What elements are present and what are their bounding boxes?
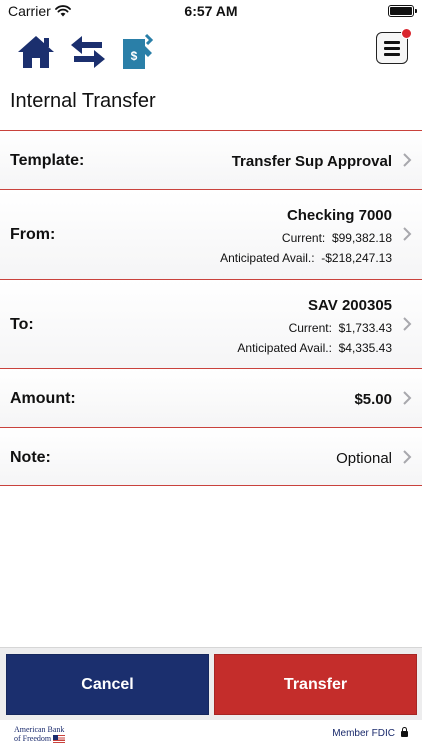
action-bar: Cancel Transfer [0, 647, 422, 720]
note-placeholder: Optional [336, 450, 392, 467]
note-label: Note: [10, 449, 51, 466]
to-current-value: $1,733.43 [338, 321, 392, 335]
from-current-value: $99,382.18 [331, 231, 392, 245]
clock-time: 6:57 AM [184, 3, 238, 19]
template-row[interactable]: Template: Transfer Sup Approval [0, 130, 422, 189]
top-toolbar: $ [0, 22, 422, 82]
transfer-arrows-icon[interactable] [68, 32, 108, 72]
to-label: To: [10, 316, 34, 333]
template-label: Template: [10, 152, 85, 169]
svg-text:$: $ [131, 49, 138, 63]
page-title: Internal Transfer [10, 90, 156, 112]
logo-line-2: of Freedom [14, 734, 52, 743]
hamburger-menu-icon [384, 47, 400, 50]
member-fdic: Member FDIC [332, 727, 408, 739]
chevron-right-icon [403, 450, 412, 464]
chevron-right-icon [403, 391, 412, 405]
footer: American Bank of Freedom Member FDIC [0, 720, 422, 750]
us-flag-icon [53, 735, 66, 744]
hamburger-menu-icon [384, 41, 400, 44]
to-account-row[interactable]: To: SAV 200305 Current: $1,733.43 Antici… [0, 279, 422, 368]
amount-label: Amount: [10, 390, 76, 407]
chevron-right-icon [403, 153, 412, 167]
logo-line-1: American Bank [14, 725, 65, 734]
to-current-balance: Current: $1,733.43 [289, 321, 392, 335]
from-account-row[interactable]: From: Checking 7000 Current: $99,382.18 … [0, 189, 422, 279]
hamburger-menu-icon [384, 53, 400, 56]
fdic-label: Member FDIC [332, 728, 395, 739]
menu-button[interactable] [376, 28, 412, 64]
template-value: Transfer Sup Approval [231, 153, 392, 170]
amount-value: $5.00 [354, 391, 392, 408]
from-current-label: Current: [281, 231, 326, 245]
from-account-name: Checking 7000 [286, 207, 392, 224]
to-anticipated-balance: Anticipated Avail.: $4,335.43 [237, 341, 392, 355]
to-anticipated-label: Anticipated Avail.: [237, 341, 332, 355]
to-account-name: SAV 200305 [308, 297, 392, 314]
home-icon[interactable] [16, 32, 56, 72]
transfer-form: Template: Transfer Sup Approval From: Ch… [0, 130, 422, 486]
from-anticipated-label: Anticipated Avail.: [220, 251, 315, 265]
from-current-balance: Current: $99,382.18 [282, 231, 392, 245]
status-bar: Carrier 6:57 AM [0, 0, 422, 22]
mobile-deposit-icon[interactable]: $ [118, 32, 158, 72]
note-row[interactable]: Note: Optional [0, 427, 422, 486]
amount-row[interactable]: Amount: $5.00 [0, 368, 422, 427]
notification-dot [401, 28, 412, 39]
from-anticipated-value: -$218,247.13 [321, 251, 392, 265]
cancel-button[interactable]: Cancel [6, 654, 209, 715]
battery-icon [388, 5, 417, 17]
chevron-right-icon [403, 317, 412, 331]
chevron-right-icon [403, 227, 412, 241]
bank-logo: American Bank of Freedom [14, 725, 66, 744]
from-anticipated-balance: Anticipated Avail.: -$218,247.13 [220, 251, 392, 265]
transfer-button[interactable]: Transfer [214, 654, 417, 715]
to-current-label: Current: [288, 321, 332, 335]
from-label: From: [10, 226, 56, 243]
to-anticipated-value: $4,335.43 [338, 341, 392, 355]
lock-icon [401, 727, 408, 737]
